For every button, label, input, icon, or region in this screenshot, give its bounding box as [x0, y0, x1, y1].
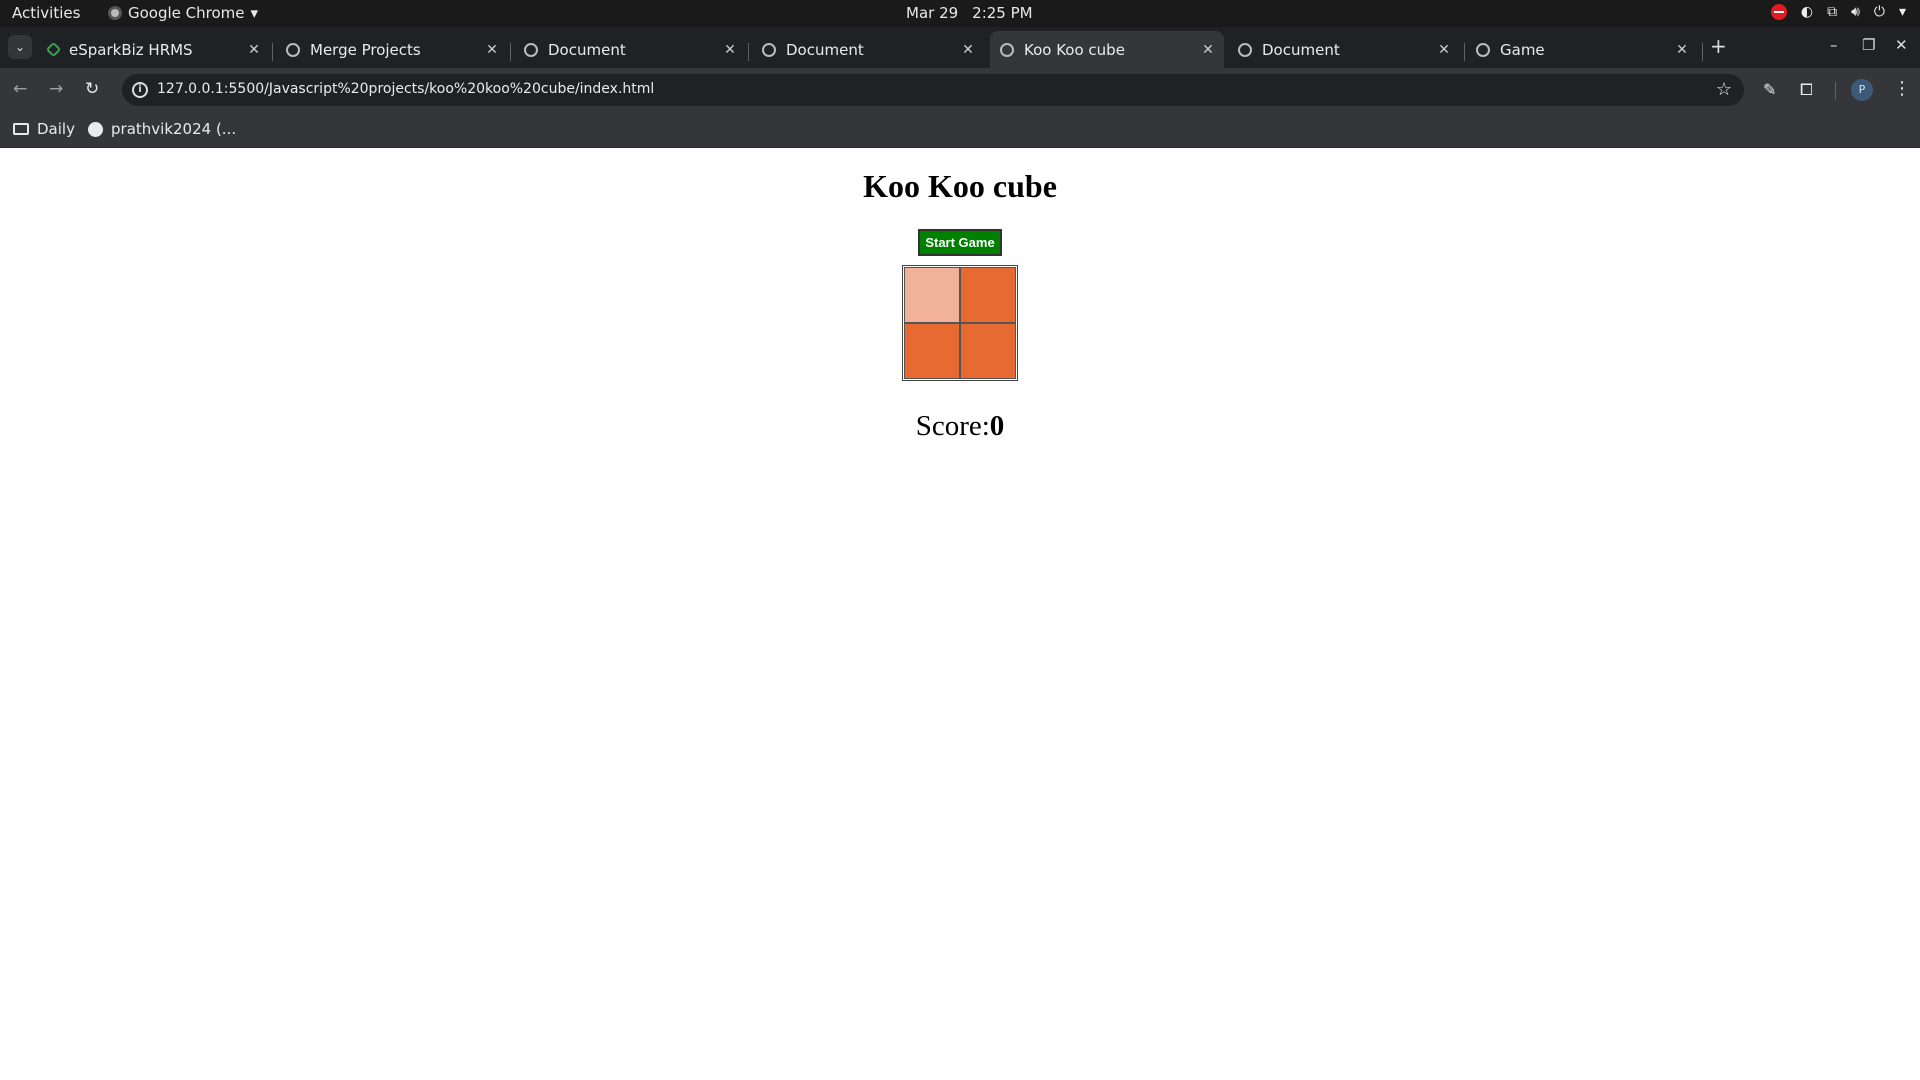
tab-separator [272, 43, 273, 61]
tab-search-button[interactable]: ⌄ [8, 35, 32, 59]
profile-avatar[interactable]: P [1851, 79, 1873, 101]
tab-koo-koo-cube[interactable]: Koo Koo cube ✕ [990, 31, 1224, 68]
bookmark-prathvik2024[interactable]: prathvik2024 (... [88, 120, 236, 138]
close-icon[interactable]: ✕ [1198, 42, 1218, 58]
bookmark-label: Daily [37, 120, 75, 138]
close-icon[interactable]: ✕ [244, 42, 264, 58]
close-window-icon[interactable]: ✕ [1895, 36, 1908, 54]
site-info-icon[interactable]: i [132, 82, 148, 98]
extensions-icon[interactable]: ⧠ [1800, 80, 1813, 100]
maximize-icon[interactable]: ❐ [1862, 36, 1875, 54]
clock-time: 2:25 PM [972, 4, 1033, 22]
chrome-icon [108, 6, 122, 20]
score-value: 0 [989, 410, 1005, 442]
tab-separator [510, 43, 511, 61]
close-icon[interactable]: ✕ [1434, 42, 1454, 58]
globe-icon [1238, 42, 1252, 57]
cube-grid [902, 265, 1018, 381]
volume-icon[interactable]: 🔊︎ [1851, 4, 1860, 20]
activities-button[interactable]: Activities [12, 4, 80, 22]
tab-separator [1702, 43, 1703, 61]
bookmarks-bar: Daily prathvik2024 (... [0, 112, 1920, 148]
globe-icon [1000, 42, 1014, 57]
reload-icon[interactable]: ↻ [85, 79, 99, 99]
do-not-disturb-icon[interactable] [1770, 4, 1787, 20]
start-game-button[interactable]: Start Game [918, 229, 1002, 256]
tab-game[interactable]: Game ✕ [1466, 31, 1698, 68]
network-icon[interactable]: ⧉ [1827, 4, 1837, 20]
tab-separator [748, 43, 749, 61]
clock[interactable]: Mar 29 2:25 PM [906, 4, 1033, 22]
clock-date: Mar 29 [906, 4, 959, 22]
bookmark-star-icon[interactable]: ☆ [1716, 79, 1732, 100]
tab-title: Koo Koo cube [1024, 40, 1125, 59]
cube-cell[interactable] [960, 323, 1016, 379]
close-icon[interactable]: ✕ [482, 42, 502, 58]
globe-icon [524, 42, 538, 57]
page-content: Koo Koo cube Start Game Score:0 [0, 148, 1920, 1080]
chevron-down-icon: ▾ [250, 4, 259, 22]
score-display: Score:0 [0, 410, 1920, 443]
folder-icon [13, 123, 29, 135]
chevron-down-icon[interactable]: ▾ [1899, 4, 1906, 20]
night-light-icon[interactable]: ◐ [1801, 4, 1813, 20]
tab-separator [1464, 43, 1465, 61]
browser-toolbar: ← → ↻ i 127.0.0.1:5500/Javascript%20proj… [0, 68, 1920, 112]
app-menu[interactable]: Google Chrome ▾ [108, 4, 258, 22]
tab-title: eSparkBiz HRMS [69, 40, 193, 59]
tab-document-1[interactable]: Document ✕ [514, 31, 746, 68]
tab-title: Merge Projects [310, 40, 421, 59]
url-text[interactable]: 127.0.0.1:5500/Javascript%20projects/koo… [157, 81, 654, 97]
system-tray[interactable]: ◐ ⧉ 🔊︎ ⏻ ▾ [1770, 4, 1906, 20]
cube-cell[interactable] [960, 267, 1016, 323]
tab-title: Document [548, 40, 626, 59]
bookmark-daily[interactable]: Daily [13, 120, 75, 138]
hrms-favicon-icon [45, 41, 62, 58]
new-tab-button[interactable]: + [1710, 34, 1727, 58]
tab-esparkbiz-hrms[interactable]: eSparkBiz HRMS ✕ [38, 31, 270, 68]
tab-document-3[interactable]: Document ✕ [1228, 31, 1460, 68]
close-icon[interactable]: ✕ [720, 42, 740, 58]
cube-cell[interactable] [904, 267, 960, 323]
close-icon[interactable]: ✕ [958, 42, 978, 58]
globe-icon [286, 42, 300, 57]
power-icon[interactable]: ⏻ [1874, 4, 1885, 20]
toolbar-separator [1835, 82, 1836, 100]
tab-title: Document [786, 40, 864, 59]
forward-icon[interactable]: → [49, 79, 63, 99]
tab-document-2[interactable]: Document ✕ [752, 31, 984, 68]
score-label: Score: [915, 410, 990, 442]
menu-icon[interactable]: ⋮ [1893, 78, 1911, 99]
back-icon[interactable]: ← [13, 79, 27, 99]
tab-merge-projects[interactable]: Merge Projects ✕ [276, 31, 508, 68]
github-icon [88, 121, 103, 137]
globe-icon [1476, 42, 1490, 57]
minimize-icon[interactable]: – [1830, 36, 1838, 54]
eyedropper-icon[interactable]: ✎ [1763, 80, 1776, 99]
globe-icon [762, 42, 776, 57]
system-top-bar: Activities Google Chrome ▾ Mar 29 2:25 P… [0, 0, 1920, 27]
close-icon[interactable]: ✕ [1672, 42, 1692, 58]
cube-cell[interactable] [904, 323, 960, 379]
tab-strip: ⌄ eSparkBiz HRMS ✕ Merge Projects ✕ Docu… [0, 27, 1920, 68]
tab-title: Document [1262, 40, 1340, 59]
page-title: Koo Koo cube [863, 168, 1057, 204]
app-name: Google Chrome [128, 4, 245, 22]
tab-title: Game [1500, 40, 1545, 59]
bookmark-label: prathvik2024 (... [111, 120, 237, 138]
address-bar[interactable]: i 127.0.0.1:5500/Javascript%20projects/k… [122, 74, 1744, 106]
